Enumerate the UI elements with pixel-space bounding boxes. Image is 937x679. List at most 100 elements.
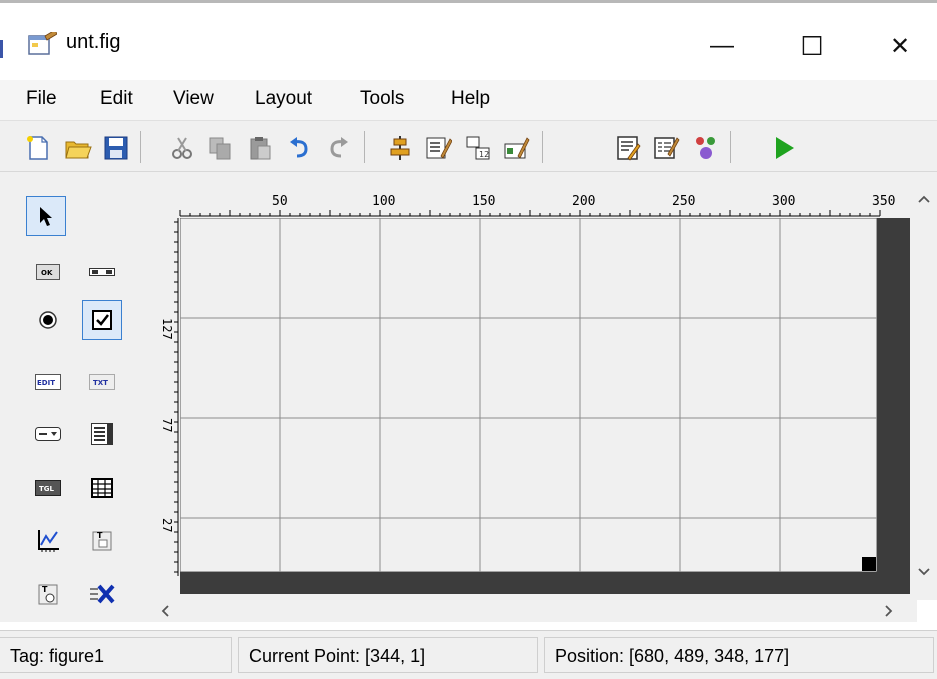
toolbar-editor-icon[interactable] (502, 134, 530, 162)
run-figure-icon[interactable] (770, 134, 798, 162)
radio-icon (39, 311, 57, 329)
component-palette: OK EDIT TXT TGL T T (0, 172, 160, 622)
maximize-icon: ☐ (800, 30, 824, 61)
menu-layout[interactable]: Layout (255, 88, 312, 110)
slider-icon (89, 268, 115, 276)
panel-icon: T (92, 531, 112, 551)
status-current-point: Current Point: [344, 1] (238, 637, 538, 673)
align-objects-icon[interactable] (386, 134, 414, 162)
axes-icon (38, 530, 59, 552)
table-icon (91, 478, 113, 498)
activex-icon (90, 584, 115, 604)
listbox-tool[interactable] (84, 416, 120, 452)
table-tool[interactable] (84, 470, 120, 506)
push-button-tool[interactable]: OK (30, 254, 66, 290)
button-group-tool[interactable]: T (30, 576, 66, 612)
minimize-button[interactable]: — (692, 26, 752, 66)
window-top-border (0, 0, 937, 3)
cut-icon[interactable] (168, 134, 196, 162)
toolbar-separator (140, 131, 141, 163)
ruler-x-label: 200 (572, 194, 595, 209)
toolbar-separator (730, 131, 731, 163)
ok-button-icon: OK (36, 264, 60, 280)
static-text-icon: TXT (89, 374, 115, 390)
button-group-icon: T (38, 584, 58, 605)
object-browser-icon[interactable] (692, 134, 720, 162)
scroll-left-icon[interactable] (160, 604, 172, 618)
svg-text:TXT: TXT (93, 379, 108, 387)
save-icon[interactable] (102, 134, 130, 162)
figure-bottom-border (180, 572, 910, 594)
panel-tool[interactable]: T (84, 522, 120, 558)
toggle-icon: TGL (35, 480, 61, 496)
menu-file[interactable]: File (26, 88, 57, 110)
checkbox-icon (92, 310, 112, 330)
activex-control-tool[interactable] (84, 576, 120, 612)
ruler-x-label: 350 (872, 194, 895, 209)
property-inspector-icon[interactable] (652, 134, 680, 162)
ruler-x-label: 50 (272, 194, 288, 209)
tab-order-editor-icon[interactable]: 12 (464, 134, 492, 162)
redo-icon[interactable] (324, 134, 352, 162)
title-bar[interactable]: unt.fig — ☐ ✕ (0, 0, 937, 80)
status-bar: Tag: figure1 Current Point: [344, 1] Pos… (0, 630, 937, 679)
figure-right-border (877, 218, 910, 594)
edit-text-tool[interactable]: EDIT (30, 364, 66, 400)
svg-text:12: 12 (479, 150, 489, 159)
select-tool[interactable] (26, 196, 66, 236)
menu-edit[interactable]: Edit (100, 88, 133, 110)
close-button[interactable]: ✕ (870, 26, 930, 66)
radio-button-tool[interactable] (30, 302, 66, 338)
copy-icon[interactable] (206, 134, 234, 162)
popup-menu-icon (35, 427, 61, 441)
ruler-y-label: 77 (160, 418, 174, 432)
svg-text:T: T (42, 585, 48, 594)
horizontal-scrollbar[interactable] (160, 598, 912, 622)
menu-bar: File Edit View Layout Tools Help (0, 80, 937, 120)
scroll-down-icon[interactable] (917, 567, 931, 577)
svg-text:T: T (97, 531, 103, 540)
close-icon: ✕ (889, 32, 911, 60)
menu-help[interactable]: Help (451, 88, 490, 110)
static-text-tool[interactable]: TXT (84, 364, 120, 400)
ruler-x-label: 250 (672, 194, 695, 209)
figure-layout-canvas[interactable] (180, 218, 877, 572)
menu-view[interactable]: View (173, 88, 214, 110)
figure-resize-handle[interactable] (862, 557, 876, 571)
svg-text:OK: OK (41, 269, 53, 277)
popup-menu-tool[interactable] (30, 416, 66, 452)
check-box-tool[interactable] (82, 300, 122, 340)
slider-tool[interactable] (84, 254, 120, 290)
status-position: Position: [680, 489, 348, 177] (544, 637, 934, 673)
edit-text-icon: EDIT (35, 374, 61, 390)
scroll-up-icon[interactable] (917, 194, 931, 204)
new-file-icon[interactable] (24, 134, 52, 162)
minimize-icon: — (710, 32, 734, 59)
ruler-x-label: 100 (372, 194, 395, 209)
ruler-y-label: 27 (160, 518, 174, 532)
status-tag: Tag: figure1 (0, 637, 232, 673)
svg-text:TGL: TGL (39, 485, 55, 493)
vertical-scrollbar[interactable] (912, 172, 937, 600)
menu-tools[interactable]: Tools (360, 88, 404, 110)
ruler-y-label: 127 (160, 318, 174, 340)
arrow-icon (40, 207, 52, 226)
listbox-icon (91, 423, 113, 445)
toggle-button-tool[interactable]: TGL (30, 470, 66, 506)
editor-icon[interactable] (614, 134, 642, 162)
paste-icon[interactable] (246, 134, 274, 162)
ruler-x-label: 300 (772, 194, 795, 209)
window-title: unt.fig (66, 31, 121, 53)
window-left-edge (0, 40, 3, 58)
maximize-button[interactable]: ☐ (782, 26, 842, 66)
open-folder-icon[interactable] (64, 134, 92, 162)
axes-tool[interactable] (30, 522, 66, 558)
ruler-x-label: 150 (472, 194, 495, 209)
menu-editor-icon[interactable] (424, 134, 452, 162)
svg-text:EDIT: EDIT (37, 379, 55, 387)
figure-app-icon (28, 32, 57, 55)
undo-icon[interactable] (286, 134, 314, 162)
scroll-right-icon[interactable] (882, 604, 894, 618)
toolbar-separator (364, 131, 365, 163)
toolbar: 12 (0, 120, 937, 172)
